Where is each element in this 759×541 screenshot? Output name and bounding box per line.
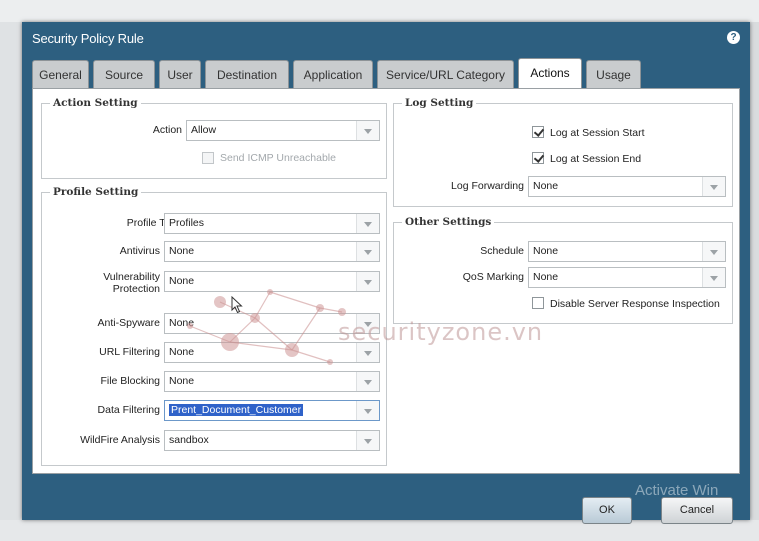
profile-setting-group: Profile Setting Profile Type Profiles An… (41, 186, 387, 466)
ok-button[interactable]: OK (582, 497, 632, 524)
log-session-start-checkbox[interactable] (532, 126, 544, 138)
chevron-down-icon (356, 272, 379, 291)
security-policy-rule-dialog: Security Policy Rule ? General Source Us… (22, 22, 750, 524)
chevron-down-icon (356, 214, 379, 233)
tab-destination[interactable]: Destination (205, 60, 289, 88)
background-window-left (0, 22, 22, 520)
file-blocking-label: File Blocking (100, 375, 160, 387)
data-filtering-select[interactable]: Prent_Document_Customer (164, 400, 380, 421)
tab-service-url-category[interactable]: Service/URL Category (377, 60, 514, 88)
vulnerability-protection-label: Vulnerability Protection (103, 271, 160, 295)
action-label: Action (152, 124, 182, 136)
disable-server-response-inspection-label: Disable Server Response Inspection (550, 298, 720, 310)
other-settings-legend: Other Settings (402, 216, 495, 228)
chevron-down-icon (356, 401, 379, 420)
disable-server-response-inspection-checkbox[interactable] (532, 297, 544, 309)
qos-marking-label: QoS Marking (462, 271, 524, 283)
log-setting-legend: Log Setting (402, 97, 477, 109)
help-icon[interactable]: ? (727, 31, 740, 44)
vulnerability-protection-select[interactable]: None (164, 271, 380, 292)
other-settings-group: Other Settings Schedule None QoS Marking… (393, 216, 733, 324)
dialog-title: Security Policy Rule (32, 31, 144, 46)
send-icmp-unreachable-checkbox[interactable] (202, 152, 214, 164)
schedule-label: Schedule (480, 245, 524, 257)
watermark-text: securityzone.vn (338, 318, 544, 346)
cancel-button[interactable]: Cancel (661, 497, 733, 524)
log-session-start-label: Log at Session Start (550, 127, 645, 139)
log-forwarding-select[interactable]: None (528, 176, 726, 197)
chevron-down-icon (356, 242, 379, 261)
tab-general[interactable]: General (32, 60, 89, 88)
wildfire-analysis-label: WildFire Analysis (80, 434, 160, 446)
tab-user[interactable]: User (159, 60, 201, 88)
action-setting-legend: Action Setting (50, 97, 141, 109)
data-filtering-label: Data Filtering (97, 404, 160, 416)
antivirus-select[interactable]: None (164, 241, 380, 262)
profile-type-select[interactable]: Profiles (164, 213, 380, 234)
chevron-down-icon (356, 121, 379, 140)
mouse-cursor-icon (231, 296, 243, 314)
action-setting-group: Action Setting Action Allow Send ICMP Un… (41, 97, 387, 179)
antivirus-label: Antivirus (119, 245, 160, 257)
chevron-down-icon (356, 431, 379, 450)
log-session-end-label: Log at Session End (550, 153, 642, 165)
tab-source[interactable]: Source (93, 60, 155, 88)
log-session-end-checkbox[interactable] (532, 152, 544, 164)
anti-spyware-label: Anti-Spyware (97, 317, 160, 329)
tab-actions[interactable]: Actions (518, 58, 582, 89)
chevron-down-icon (702, 268, 725, 287)
url-filtering-label: URL Filtering (99, 346, 160, 358)
action-select[interactable]: Allow (186, 120, 380, 141)
profile-setting-legend: Profile Setting (50, 186, 142, 198)
chevron-down-icon (356, 372, 379, 391)
schedule-select[interactable]: None (528, 241, 726, 262)
tab-usage[interactable]: Usage (586, 60, 641, 88)
log-setting-group: Log Setting Log at Session Start Log at … (393, 97, 733, 207)
chevron-down-icon (702, 242, 725, 261)
file-blocking-select[interactable]: None (164, 371, 380, 392)
background-window-top (0, 0, 759, 22)
wildfire-analysis-select[interactable]: sandbox (164, 430, 380, 451)
log-forwarding-label: Log Forwarding (451, 180, 524, 192)
tab-application[interactable]: Application (293, 60, 373, 88)
activate-windows-notice: Activate Win (635, 482, 719, 499)
send-icmp-unreachable-label: Send ICMP Unreachable (220, 152, 336, 164)
actions-panel: Action Setting Action Allow Send ICMP Un… (32, 88, 740, 474)
qos-marking-select[interactable]: None (528, 267, 726, 288)
chevron-down-icon (702, 177, 725, 196)
background-window-bottom (0, 520, 759, 541)
